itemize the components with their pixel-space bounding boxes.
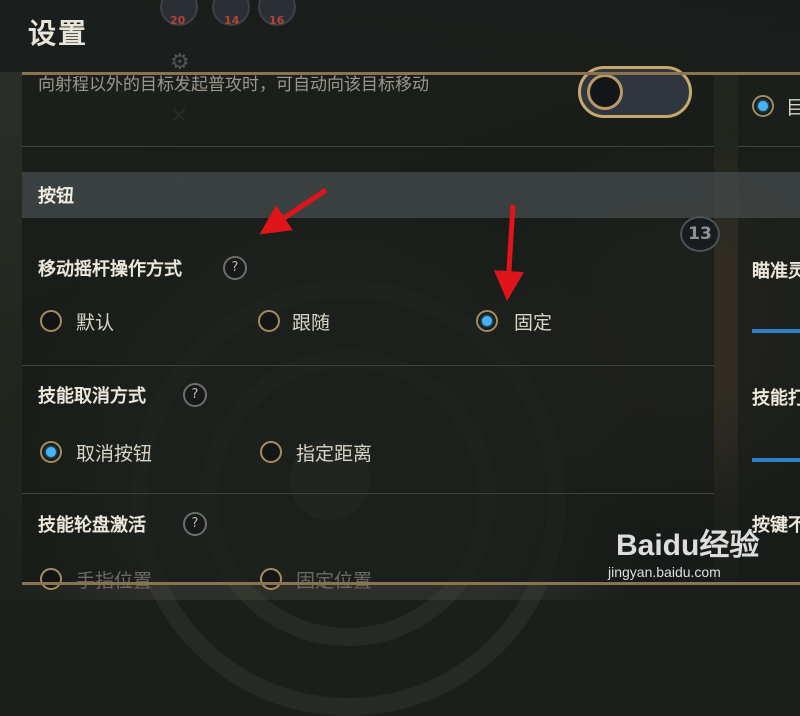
joystick-mode-follow-label[interactable]: 跟随 bbox=[292, 308, 330, 335]
settings-panel bbox=[22, 75, 714, 582]
section-header-buttons: 按钮 bbox=[22, 172, 800, 218]
right-slider[interactable] bbox=[752, 458, 800, 462]
skill-wheel-finger-radio[interactable] bbox=[40, 568, 62, 590]
joystick-mode-default-radio[interactable] bbox=[40, 310, 62, 332]
skill-cancel-distance-label[interactable]: 指定距离 bbox=[296, 439, 372, 466]
right-top-radio[interactable] bbox=[752, 95, 774, 117]
divider bbox=[22, 365, 714, 366]
skill-cancel-button-radio[interactable] bbox=[40, 441, 62, 463]
settings-header: 20 14 16 设置 bbox=[0, 0, 800, 72]
skill-cancel-title: 技能取消方式 bbox=[38, 386, 146, 407]
skill-wheel-title: 技能轮盘激活 bbox=[38, 515, 146, 536]
skill-wheel-fixed-label[interactable]: 固定位置 bbox=[296, 566, 372, 593]
joystick-mode-fixed-radio[interactable] bbox=[476, 310, 498, 332]
divider bbox=[22, 146, 714, 147]
divider bbox=[738, 146, 800, 147]
help-icon[interactable]: ? bbox=[223, 256, 247, 280]
watermark-brand: Baidu经验 bbox=[616, 529, 760, 562]
skill-wheel-fixed-radio[interactable] bbox=[260, 568, 282, 590]
right-setting-title: 技能打 bbox=[752, 388, 800, 409]
right-top-radio-label: 目 bbox=[786, 97, 800, 119]
skill-wheel-finger-label[interactable]: 手指位置 bbox=[76, 566, 152, 593]
skill-cancel-button-label[interactable]: 取消按钮 bbox=[76, 439, 152, 466]
watermark-url: jingyan.baidu.com bbox=[608, 564, 721, 580]
right-slider[interactable] bbox=[752, 329, 800, 333]
hud-number: 20 bbox=[170, 14, 186, 27]
footer-divider bbox=[22, 582, 800, 585]
header-divider bbox=[22, 72, 800, 75]
right-setting-title: 瞄准灵 bbox=[752, 261, 800, 282]
joystick-mode-title: 移动摇杆操作方式 bbox=[38, 259, 182, 280]
toggle-knob bbox=[587, 74, 623, 110]
level-badge: 13 bbox=[680, 216, 720, 252]
divider bbox=[22, 493, 714, 494]
page-title: 设置 bbox=[28, 17, 89, 50]
section-title: 按钮 bbox=[38, 186, 74, 207]
joystick-mode-follow-radio[interactable] bbox=[258, 310, 280, 332]
help-icon[interactable]: ? bbox=[183, 383, 207, 407]
joystick-mode-fixed-label[interactable]: 固定 bbox=[514, 308, 552, 335]
skill-cancel-distance-radio[interactable] bbox=[260, 441, 282, 463]
help-icon[interactable]: ? bbox=[183, 512, 207, 536]
hud-number: 16 bbox=[269, 14, 285, 27]
hud-number: 14 bbox=[224, 14, 240, 27]
baidu-watermark: Baidu经验 jingyan.baidu.com bbox=[608, 514, 798, 582]
joystick-mode-default-label[interactable]: 默认 bbox=[76, 308, 114, 335]
